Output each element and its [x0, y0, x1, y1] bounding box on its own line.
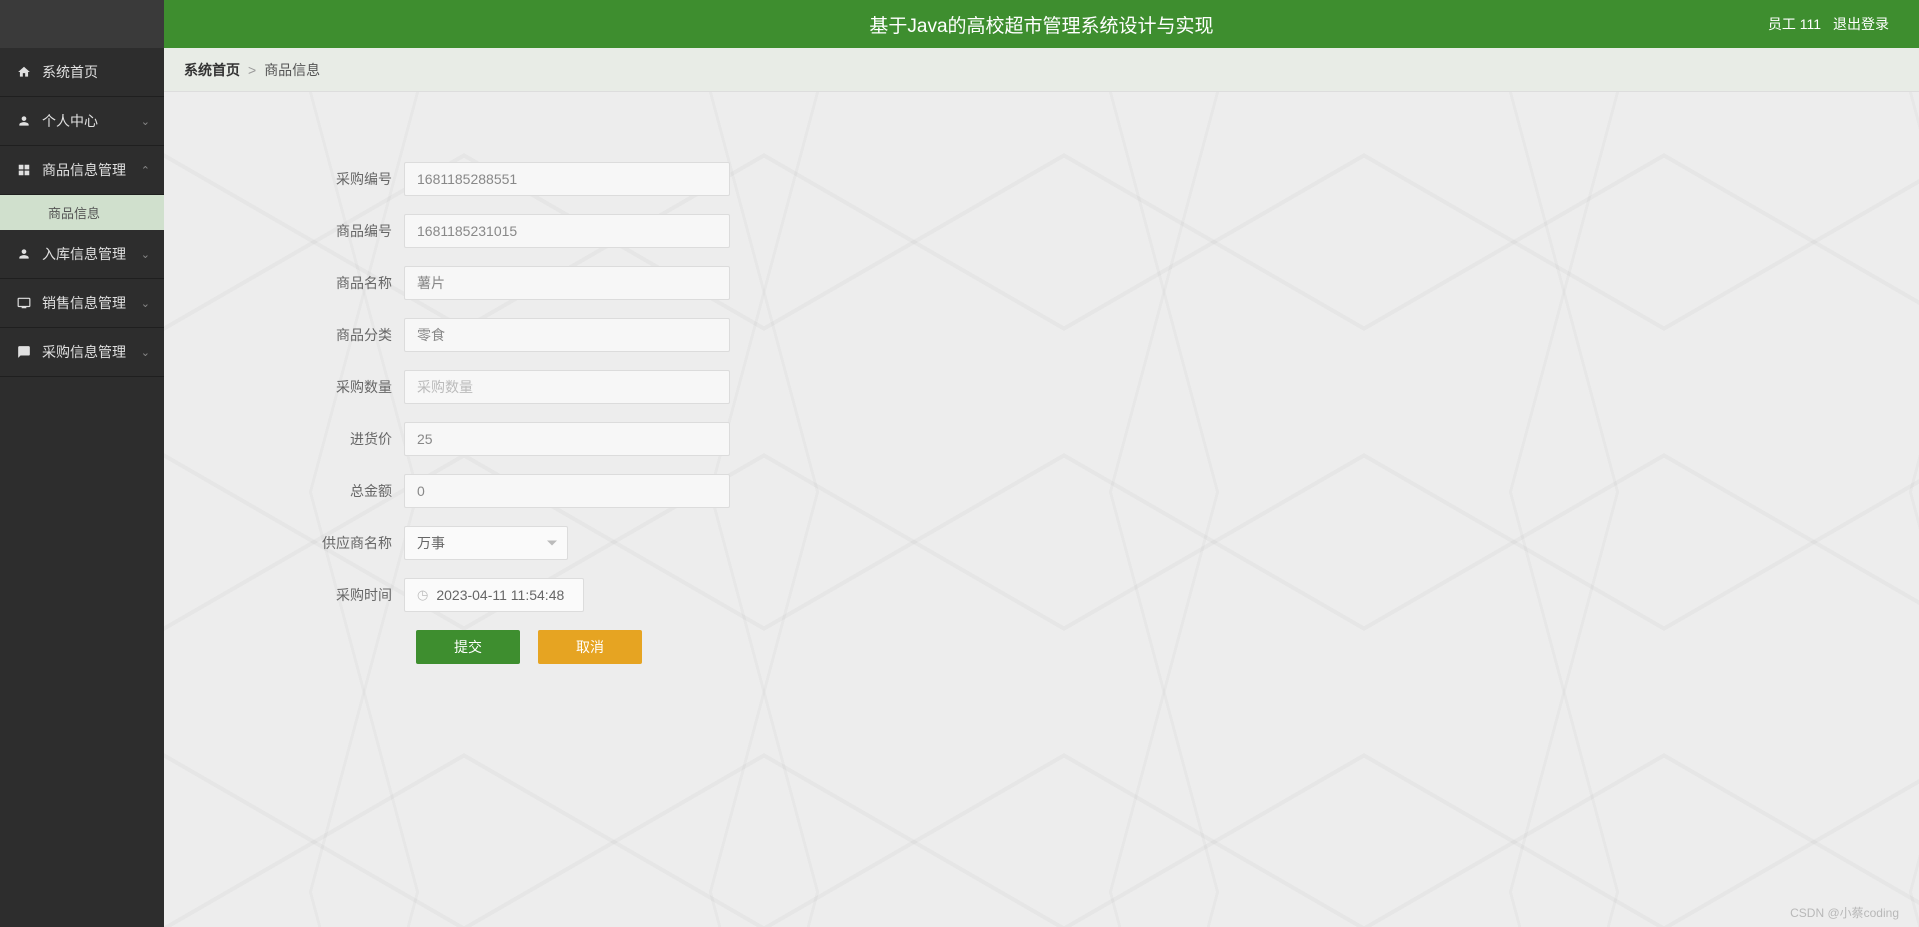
chevron-down-icon: ⌄: [141, 297, 150, 310]
chevron-down-icon: ⌄: [141, 248, 150, 261]
sidebar-item-label: 采购信息管理: [42, 342, 126, 362]
sidebar-item-sales[interactable]: 销售信息管理 ⌄: [0, 279, 164, 328]
page-title: 基于Java的高校超市管理系统设计与实现: [869, 11, 1213, 38]
label-product-name: 商品名称: [204, 273, 404, 293]
input-total[interactable]: [404, 474, 730, 508]
input-category[interactable]: [404, 318, 730, 352]
input-purchase-qty[interactable]: [404, 370, 730, 404]
breadcrumb: 系统首页 > 商品信息: [164, 48, 1919, 92]
sidebar-item-label: 个人中心: [42, 111, 98, 131]
sidebar-item-label: 系统首页: [42, 62, 98, 82]
row-purchase-time: 采购时间 ◷ 2023-04-11 11:54:48: [204, 578, 1879, 612]
label-purchase-price: 进货价: [204, 429, 404, 449]
header: 基于Java的高校超市管理系统设计与实现 员工 111 退出登录: [164, 0, 1919, 48]
select-supplier-value: 万事: [417, 533, 445, 553]
row-supplier: 供应商名称 万事: [204, 526, 1879, 560]
header-right: 员工 111 退出登录: [1768, 14, 1889, 34]
sidebar-item-product-mgmt[interactable]: 商品信息管理 ⌃: [0, 146, 164, 195]
label-category: 商品分类: [204, 325, 404, 345]
row-purchase-no: 采购编号: [204, 162, 1879, 196]
sidebar-item-home[interactable]: 系统首页: [0, 48, 164, 97]
sidebar-item-personal[interactable]: 个人中心 ⌄: [0, 97, 164, 146]
clock-icon: ◷: [417, 587, 428, 603]
chevron-down-icon: ⌄: [141, 115, 150, 128]
select-supplier[interactable]: 万事: [404, 526, 568, 560]
row-product-name: 商品名称: [204, 266, 1879, 300]
breadcrumb-current: 商品信息: [264, 60, 320, 80]
input-product-no[interactable]: [404, 214, 730, 248]
purchase-time-value: 2023-04-11 11:54:48: [436, 587, 564, 603]
monitor-icon: [16, 295, 32, 311]
sidebar-item-label: 销售信息管理: [42, 293, 126, 313]
form-content: 采购编号 商品编号 商品名称 商品分类 采购数量 进货价: [164, 92, 1919, 927]
input-purchase-no[interactable]: [404, 162, 730, 196]
chat-icon: [16, 344, 32, 360]
sidebar-header-blank: [0, 0, 164, 48]
chevron-up-icon: ⌃: [141, 164, 150, 177]
row-purchase-qty: 采购数量: [204, 370, 1879, 404]
row-total: 总金额: [204, 474, 1879, 508]
sidebar-item-label: 入库信息管理: [42, 244, 126, 264]
row-category: 商品分类: [204, 318, 1879, 352]
inbound-icon: [16, 246, 32, 262]
main: 基于Java的高校超市管理系统设计与实现 员工 111 退出登录 系统首页 > …: [164, 0, 1919, 927]
watermark: CSDN @小蔡coding: [1790, 904, 1899, 921]
label-product-no: 商品编号: [204, 221, 404, 241]
logout-link[interactable]: 退出登录: [1833, 14, 1889, 34]
sidebar-item-purchase[interactable]: 采购信息管理 ⌄: [0, 328, 164, 377]
breadcrumb-home[interactable]: 系统首页: [184, 60, 240, 80]
row-product-no: 商品编号: [204, 214, 1879, 248]
label-supplier: 供应商名称: [204, 533, 404, 553]
user-icon: [16, 113, 32, 129]
grid-icon: [16, 162, 32, 178]
breadcrumb-sep: >: [248, 62, 256, 78]
sidebar-item-label: 商品信息管理: [42, 160, 126, 180]
label-purchase-qty: 采购数量: [204, 377, 404, 397]
input-product-name[interactable]: [404, 266, 730, 300]
cancel-button[interactable]: 取消: [538, 630, 642, 664]
label-purchase-time: 采购时间: [204, 585, 404, 605]
sidebar-subitem-label: 商品信息: [48, 206, 100, 221]
sidebar-item-inbound[interactable]: 入库信息管理 ⌄: [0, 230, 164, 279]
sidebar-subitem-product-info[interactable]: 商品信息: [0, 195, 164, 230]
row-purchase-price: 进货价: [204, 422, 1879, 456]
input-purchase-price[interactable]: [404, 422, 730, 456]
form-buttons: 提交 取消: [416, 630, 1879, 664]
user-label[interactable]: 员工 111: [1768, 14, 1821, 34]
home-icon: [16, 64, 32, 80]
submit-button[interactable]: 提交: [416, 630, 520, 664]
chevron-down-icon: ⌄: [141, 346, 150, 359]
label-purchase-no: 采购编号: [204, 169, 404, 189]
sidebar: 系统首页 个人中心 ⌄ 商品信息管理 ⌃ 商品信息 入库信息管理 ⌄: [0, 0, 164, 927]
label-total: 总金额: [204, 481, 404, 501]
input-purchase-time[interactable]: ◷ 2023-04-11 11:54:48: [404, 578, 584, 612]
